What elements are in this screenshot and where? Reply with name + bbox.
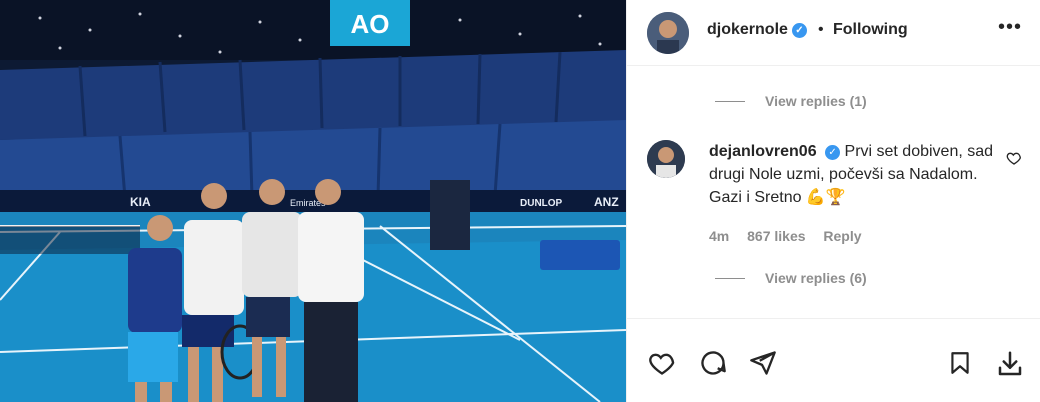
save-bookmark-icon[interactable] [947,349,973,382]
commenter-avatar[interactable] [647,140,685,178]
author-username-text[interactable]: djokernole [707,21,788,38]
comment-time[interactable]: 4m [709,228,729,244]
author-username[interactable]: djokernole ✓ [707,21,807,39]
commenter-verified-icon: ✓ [825,145,841,160]
comment-likes[interactable]: 867 likes [747,228,805,244]
author-avatar[interactable] [647,12,689,54]
comment-body: dejanlovren06 ✓ Prvi set dobiven, sad dr… [709,140,1009,209]
following-button[interactable]: Following [833,21,908,39]
action-bar [627,318,1040,402]
verified-icon: ✓ [791,23,807,38]
sponsor-1: KIA [130,195,151,209]
sponsor-3: ANZ [594,195,619,209]
commenter-username[interactable]: dejanlovren06 [709,143,817,160]
post-side-panel: djokernole ✓ • Following ••• View replies… [626,0,1040,402]
comment-meta: 4m 867 likes Reply [709,228,876,244]
comment-like-heart-icon[interactable] [1006,150,1022,171]
separator-dot: • [818,21,824,38]
view-replies-bottom[interactable]: View replies (6) [765,270,867,286]
view-replies-top[interactable]: View replies (1) [765,93,867,109]
share-send-icon[interactable] [749,349,777,382]
post-photo[interactable]: AO KIA Emirates DUNLOP ANZ [0,0,626,402]
more-options-icon[interactable]: ••• [998,16,1022,39]
replies-divider-top [715,101,745,102]
reply-button[interactable]: Reply [823,228,861,244]
download-icon[interactable] [995,349,1025,384]
comment-bubble-icon[interactable] [699,349,727,382]
scoreboard-text: AO [351,9,390,39]
replies-divider-bottom [715,278,745,279]
post-header: djokernole ✓ • Following ••• [627,0,1040,66]
like-heart-icon[interactable] [647,349,677,382]
sponsor-2: DUNLOP [520,198,563,209]
